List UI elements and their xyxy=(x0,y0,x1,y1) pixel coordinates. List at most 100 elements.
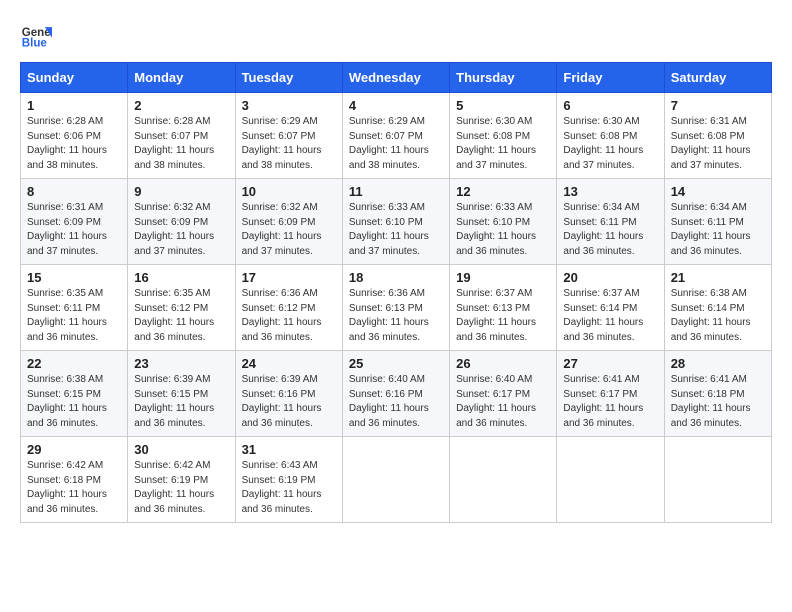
calendar-cell: 17 Sunrise: 6:36 AMSunset: 6:12 PMDayligh… xyxy=(235,265,342,351)
day-number: 24 xyxy=(242,356,336,371)
day-detail: Sunrise: 6:35 AMSunset: 6:12 PMDaylight:… xyxy=(134,287,228,345)
calendar-cell xyxy=(664,437,771,523)
calendar-week-row: 22Sunrise: 6:38 AMSunset: 6:15 PMDayligh… xyxy=(21,351,772,437)
day-detail: Sunrise: 6:29 AMSunset: 6:07 PMDaylight:… xyxy=(242,115,336,173)
weekday-header-cell: Monday xyxy=(128,63,235,93)
calendar-cell: 25 Sunrise: 6:40 AMSunset: 6:16 PMDayligh… xyxy=(342,351,449,437)
day-number: 2 xyxy=(134,98,228,113)
calendar-cell: 28 Sunrise: 6:41 AMSunset: 6:18 PMDayligh… xyxy=(664,351,771,437)
day-detail: Sunrise: 6:32 AMSunset: 6:09 PMDaylight:… xyxy=(242,201,336,259)
day-detail: Sunrise: 6:37 AMSunset: 6:14 PMDaylight:… xyxy=(563,287,657,345)
calendar-cell: 5 Sunrise: 6:30 AMSunset: 6:08 PMDaylight… xyxy=(450,93,557,179)
day-detail: Sunrise: 6:37 AMSunset: 6:13 PMDaylight:… xyxy=(456,287,550,345)
day-detail: Sunrise: 6:36 AMSunset: 6:13 PMDaylight:… xyxy=(349,287,443,345)
day-detail: Sunrise: 6:33 AMSunset: 6:10 PMDaylight:… xyxy=(456,201,550,259)
calendar-cell: 18 Sunrise: 6:36 AMSunset: 6:13 PMDayligh… xyxy=(342,265,449,351)
calendar-cell: 9 Sunrise: 6:32 AMSunset: 6:09 PMDaylight… xyxy=(128,179,235,265)
day-detail: Sunrise: 6:33 AMSunset: 6:10 PMDaylight:… xyxy=(349,201,443,259)
day-detail: Sunrise: 6:30 AMSunset: 6:08 PMDaylight:… xyxy=(563,115,657,173)
day-number: 17 xyxy=(242,270,336,285)
day-number: 21 xyxy=(671,270,765,285)
calendar-cell: 16Sunrise: 6:35 AMSunset: 6:12 PMDayligh… xyxy=(128,265,235,351)
weekday-header-cell: Tuesday xyxy=(235,63,342,93)
day-number: 28 xyxy=(671,356,765,371)
calendar-cell: 6 Sunrise: 6:30 AMSunset: 6:08 PMDaylight… xyxy=(557,93,664,179)
calendar-cell xyxy=(450,437,557,523)
day-number: 30 xyxy=(134,442,228,457)
weekday-header-cell: Wednesday xyxy=(342,63,449,93)
calendar-cell: 14Sunrise: 6:34 AMSunset: 6:11 PMDayligh… xyxy=(664,179,771,265)
logo: General Blue xyxy=(20,20,52,52)
day-number: 10 xyxy=(242,184,336,199)
calendar-cell: 27 Sunrise: 6:41 AMSunset: 6:17 PMDayligh… xyxy=(557,351,664,437)
day-detail: Sunrise: 6:28 AMSunset: 6:07 PMDaylight:… xyxy=(134,115,228,173)
day-detail: Sunrise: 6:43 AMSunset: 6:19 PMDaylight:… xyxy=(242,459,336,517)
calendar-cell: 15 Sunrise: 6:35 AMSunset: 6:11 PMDayligh… xyxy=(21,265,128,351)
day-number: 20 xyxy=(563,270,657,285)
weekday-header-cell: Saturday xyxy=(664,63,771,93)
calendar-cell: 23Sunrise: 6:39 AMSunset: 6:15 PMDayligh… xyxy=(128,351,235,437)
weekday-header-cell: Thursday xyxy=(450,63,557,93)
day-detail: Sunrise: 6:30 AMSunset: 6:08 PMDaylight:… xyxy=(456,115,550,173)
day-detail: Sunrise: 6:28 AMSunset: 6:06 PMDaylight:… xyxy=(27,115,121,173)
day-number: 25 xyxy=(349,356,443,371)
day-detail: Sunrise: 6:42 AMSunset: 6:19 PMDaylight:… xyxy=(134,459,228,517)
day-number: 4 xyxy=(349,98,443,113)
calendar-table: SundayMondayTuesdayWednesdayThursdayFrid… xyxy=(20,62,772,523)
day-number: 11 xyxy=(349,184,443,199)
day-number: 13 xyxy=(563,184,657,199)
logo-icon: General Blue xyxy=(20,20,52,52)
calendar-cell: 3 Sunrise: 6:29 AMSunset: 6:07 PMDaylight… xyxy=(235,93,342,179)
day-number: 23 xyxy=(134,356,228,371)
day-number: 18 xyxy=(349,270,443,285)
day-number: 7 xyxy=(671,98,765,113)
calendar-cell: 20 Sunrise: 6:37 AMSunset: 6:14 PMDayligh… xyxy=(557,265,664,351)
weekday-header-row: SundayMondayTuesdayWednesdayThursdayFrid… xyxy=(21,63,772,93)
day-detail: Sunrise: 6:34 AMSunset: 6:11 PMDaylight:… xyxy=(563,201,657,259)
calendar-cell: 1 Sunrise: 6:28 AMSunset: 6:06 PMDaylight… xyxy=(21,93,128,179)
day-number: 8 xyxy=(27,184,121,199)
calendar-cell: 19Sunrise: 6:37 AMSunset: 6:13 PMDayligh… xyxy=(450,265,557,351)
calendar-cell xyxy=(557,437,664,523)
day-detail: Sunrise: 6:42 AMSunset: 6:18 PMDaylight:… xyxy=(27,459,121,517)
calendar-week-row: 8Sunrise: 6:31 AMSunset: 6:09 PMDaylight… xyxy=(21,179,772,265)
calendar-cell: 8Sunrise: 6:31 AMSunset: 6:09 PMDaylight… xyxy=(21,179,128,265)
day-detail: Sunrise: 6:34 AMSunset: 6:11 PMDaylight:… xyxy=(671,201,765,259)
calendar-cell: 12 Sunrise: 6:33 AMSunset: 6:10 PMDayligh… xyxy=(450,179,557,265)
day-detail: Sunrise: 6:35 AMSunset: 6:11 PMDaylight:… xyxy=(27,287,121,345)
day-number: 31 xyxy=(242,442,336,457)
day-detail: Sunrise: 6:36 AMSunset: 6:12 PMDaylight:… xyxy=(242,287,336,345)
day-detail: Sunrise: 6:41 AMSunset: 6:18 PMDaylight:… xyxy=(671,373,765,431)
calendar-cell: 26Sunrise: 6:40 AMSunset: 6:17 PMDayligh… xyxy=(450,351,557,437)
calendar-cell: 10 Sunrise: 6:32 AMSunset: 6:09 PMDayligh… xyxy=(235,179,342,265)
day-number: 15 xyxy=(27,270,121,285)
page-header: General Blue xyxy=(20,20,772,52)
calendar-cell: 30 Sunrise: 6:42 AMSunset: 6:19 PMDayligh… xyxy=(128,437,235,523)
calendar-cell: 2 Sunrise: 6:28 AMSunset: 6:07 PMDaylight… xyxy=(128,93,235,179)
day-number: 27 xyxy=(563,356,657,371)
day-number: 29 xyxy=(27,442,121,457)
day-number: 9 xyxy=(134,184,228,199)
calendar-week-row: 15 Sunrise: 6:35 AMSunset: 6:11 PMDayligh… xyxy=(21,265,772,351)
day-detail: Sunrise: 6:29 AMSunset: 6:07 PMDaylight:… xyxy=(349,115,443,173)
day-number: 12 xyxy=(456,184,550,199)
day-number: 3 xyxy=(242,98,336,113)
calendar-cell: 29 Sunrise: 6:42 AMSunset: 6:18 PMDayligh… xyxy=(21,437,128,523)
calendar-cell: 4 Sunrise: 6:29 AMSunset: 6:07 PMDaylight… xyxy=(342,93,449,179)
day-number: 1 xyxy=(27,98,121,113)
day-number: 5 xyxy=(456,98,550,113)
day-detail: Sunrise: 6:40 AMSunset: 6:16 PMDaylight:… xyxy=(349,373,443,431)
day-detail: Sunrise: 6:38 AMSunset: 6:15 PMDaylight:… xyxy=(27,373,121,431)
calendar-cell: 13 Sunrise: 6:34 AMSunset: 6:11 PMDayligh… xyxy=(557,179,664,265)
day-detail: Sunrise: 6:39 AMSunset: 6:16 PMDaylight:… xyxy=(242,373,336,431)
day-detail: Sunrise: 6:31 AMSunset: 6:08 PMDaylight:… xyxy=(671,115,765,173)
weekday-header-cell: Friday xyxy=(557,63,664,93)
day-detail: Sunrise: 6:41 AMSunset: 6:17 PMDaylight:… xyxy=(563,373,657,431)
weekday-header-cell: Sunday xyxy=(21,63,128,93)
calendar-cell: 22Sunrise: 6:38 AMSunset: 6:15 PMDayligh… xyxy=(21,351,128,437)
day-detail: Sunrise: 6:32 AMSunset: 6:09 PMDaylight:… xyxy=(134,201,228,259)
calendar-cell: 31 Sunrise: 6:43 AMSunset: 6:19 PMDayligh… xyxy=(235,437,342,523)
calendar-week-row: 29 Sunrise: 6:42 AMSunset: 6:18 PMDayligh… xyxy=(21,437,772,523)
day-number: 26 xyxy=(456,356,550,371)
day-number: 6 xyxy=(563,98,657,113)
